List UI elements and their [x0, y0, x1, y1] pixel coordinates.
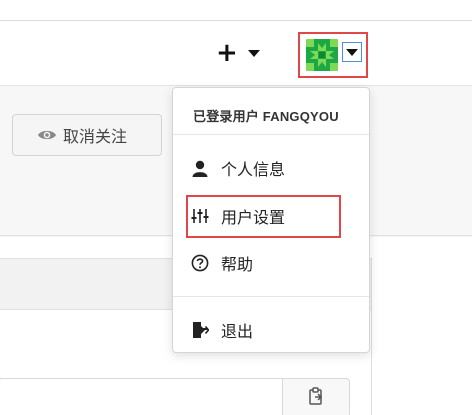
menu-item-settings[interactable]: 用户设置 — [191, 201, 359, 231]
content-divider — [371, 258, 372, 415]
top-strip — [0, 0, 472, 20]
identicon-avatar[interactable] — [306, 39, 338, 71]
help-circle-icon — [191, 254, 209, 272]
sign-out-icon — [191, 321, 209, 339]
menu-item-label: 个人信息 — [221, 162, 286, 179]
avatar-caret-toggle[interactable] — [342, 42, 362, 62]
menu-item-label: 用户设置 — [221, 210, 286, 227]
menu-item-help[interactable]: 帮助 — [191, 248, 359, 278]
caret-down-icon — [346, 48, 358, 56]
menu-item-label: 帮助 — [221, 257, 254, 274]
caret-down-icon — [247, 49, 260, 57]
page: + 取消关注 已登录用户 FANGQYOU 个人信息 用户设置 帮助 退出 — [0, 0, 472, 415]
user-dropdown-menu: 已登录用户 FANGQYOU 个人信息 用户设置 帮助 退出 — [172, 87, 370, 353]
sliders-icon — [191, 207, 209, 225]
user-icon — [191, 159, 209, 177]
menu-divider — [173, 134, 369, 135]
menu-item-profile[interactable]: 个人信息 — [191, 153, 359, 183]
menu-item-logout[interactable]: 退出 — [191, 315, 359, 345]
create-menu-button[interactable]: + — [216, 38, 272, 68]
unwatch-button[interactable]: 取消关注 — [12, 114, 162, 156]
plus-icon: + — [216, 38, 238, 68]
unwatch-label: 取消关注 — [63, 129, 128, 146]
menu-divider — [173, 296, 369, 297]
clipboard-icon — [308, 386, 324, 410]
eye-icon — [37, 128, 57, 142]
user-menu-button[interactable] — [298, 32, 368, 78]
logged-in-as-label: 已登录用户 FANGQYOU — [193, 109, 339, 124]
copy-button[interactable] — [282, 378, 350, 415]
menu-item-label: 退出 — [221, 324, 254, 341]
